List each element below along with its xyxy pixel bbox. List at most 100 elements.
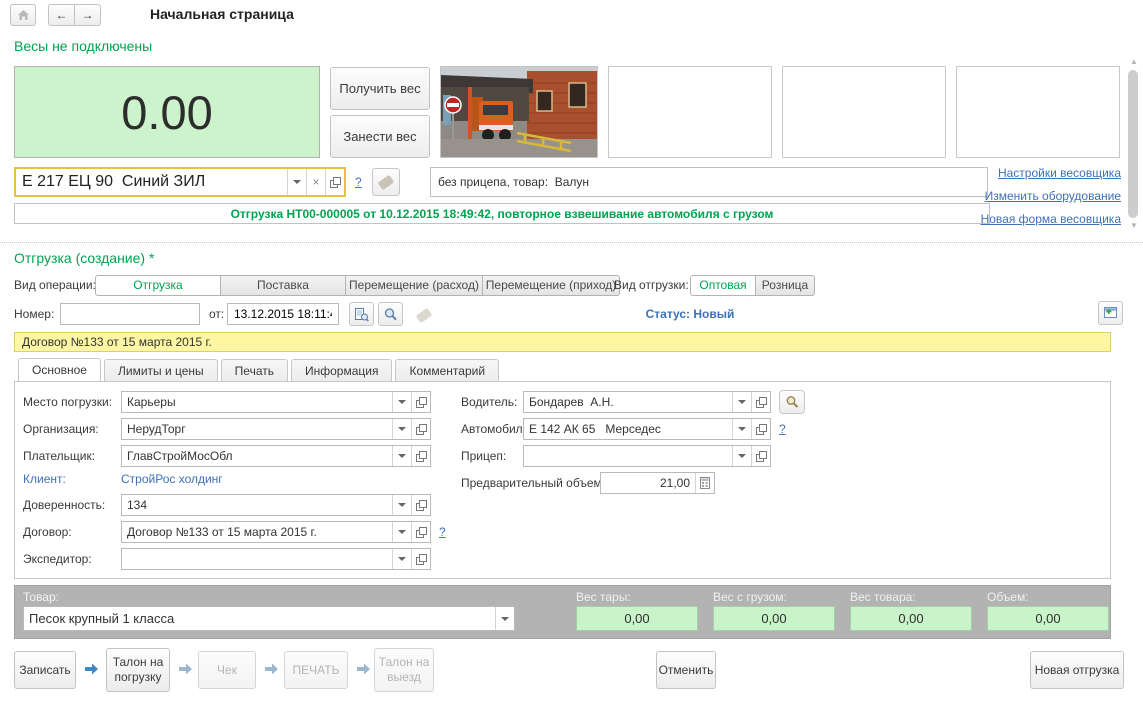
loading-place-input[interactable] — [122, 392, 392, 412]
chevron-down-icon — [738, 400, 746, 404]
scroll-up-icon[interactable]: ▲ — [1130, 58, 1138, 66]
camera-photo-placeholder[interactable] — [956, 66, 1120, 158]
change-equipment-link[interactable]: Изменить оборудование — [985, 189, 1121, 203]
operation-shipment-tab[interactable]: Отгрузка — [95, 275, 221, 296]
open-button[interactable] — [751, 419, 770, 439]
power-of-attorney-input[interactable] — [122, 495, 392, 515]
camera-photo-placeholder[interactable] — [782, 66, 946, 158]
calculator-button[interactable] — [695, 473, 714, 493]
step-arrow-icon — [265, 663, 278, 675]
dropdown-button[interactable] — [392, 495, 411, 515]
client-value-link[interactable]: СтройРос холдинг — [121, 472, 223, 486]
chevron-down-icon — [398, 454, 406, 458]
dropdown-button[interactable] — [392, 392, 411, 412]
camera-photo-placeholder[interactable] — [608, 66, 772, 158]
scales-status-text: Весы не подключены — [14, 38, 153, 54]
get-weight-button[interactable]: Получить вес — [330, 67, 430, 110]
tab-limits-prices[interactable]: Лимиты и цены — [103, 359, 218, 382]
related-documents-button[interactable] — [1098, 301, 1123, 325]
gross-weight-value: 0,00 — [713, 606, 835, 631]
camera-photo[interactable] — [440, 66, 598, 158]
step-arrow-icon — [357, 663, 370, 675]
dropdown-button[interactable] — [392, 522, 411, 542]
section-divider — [0, 242, 1143, 243]
dropdown-button[interactable] — [732, 419, 751, 439]
contract-help-link[interactable]: ? — [439, 525, 446, 539]
tare-weight-value: 0,00 — [576, 606, 698, 631]
vehicle-open-button[interactable] — [325, 169, 344, 195]
print-button[interactable]: ПЕЧАТЬ — [284, 651, 348, 689]
automobile-help-link[interactable]: ? — [779, 422, 786, 436]
open-button[interactable] — [411, 549, 430, 569]
open-button[interactable] — [411, 522, 430, 542]
open-button[interactable] — [751, 392, 770, 412]
contract-banner: Договор №133 от 15 марта 2015 г. — [14, 332, 1111, 352]
power-of-attorney-combo — [121, 494, 431, 516]
dropdown-button[interactable] — [495, 607, 514, 630]
open-button[interactable] — [411, 495, 430, 515]
cargo-note-input[interactable] — [430, 167, 988, 197]
organization-input[interactable] — [122, 419, 392, 439]
dropdown-button[interactable] — [732, 446, 751, 466]
operation-transfer-in-tab[interactable]: Перемещение (приход) — [482, 275, 620, 296]
contract-label: Договор: — [23, 525, 72, 539]
cancel-button[interactable]: Отменить — [656, 651, 716, 689]
weigher-settings-link[interactable]: Настройки весовщика — [998, 166, 1121, 180]
operation-supply-tab[interactable]: Поставка — [220, 275, 346, 296]
tab-information[interactable]: Информация — [290, 359, 393, 382]
automobile-input[interactable] — [524, 419, 732, 439]
document-browse-button[interactable] — [349, 302, 374, 326]
save-button[interactable]: Записать — [14, 651, 76, 689]
open-button[interactable] — [411, 419, 430, 439]
driver-search-button[interactable] — [779, 390, 805, 414]
preliminary-volume-label: Предварительный объем: — [461, 476, 606, 490]
forwarder-input[interactable] — [122, 549, 392, 569]
back-arrow-icon: ← — [55, 8, 68, 22]
preliminary-volume-input[interactable] — [601, 473, 695, 493]
trailer-input[interactable] — [524, 446, 732, 466]
put-weight-button[interactable]: Занести вес — [330, 115, 430, 158]
home-button[interactable] — [10, 4, 36, 26]
contract-input[interactable] — [122, 522, 392, 542]
dropdown-button[interactable] — [392, 446, 411, 466]
back-button[interactable]: ← — [48, 4, 75, 26]
preliminary-volume-field — [600, 472, 715, 494]
dropdown-button[interactable] — [392, 419, 411, 439]
tab-comment[interactable]: Комментарий — [395, 359, 500, 382]
vehicle-clear-button[interactable]: × — [306, 169, 325, 195]
dropdown-button[interactable] — [392, 549, 411, 569]
open-button[interactable] — [411, 446, 430, 466]
dropdown-button[interactable] — [732, 392, 751, 412]
date-input[interactable] — [227, 303, 339, 325]
exit-ticket-button[interactable]: Талон на выезд — [374, 648, 434, 692]
shipment-kind-retail-tab[interactable]: Розница — [755, 275, 815, 296]
loading-ticket-button[interactable]: Талон на погрузку — [106, 648, 170, 692]
scroll-down-icon[interactable]: ▼ — [1130, 222, 1138, 230]
operation-transfer-out-tab[interactable]: Перемещение (расход) — [345, 275, 483, 296]
new-weigher-form-link[interactable]: Новая форма весовщика — [981, 212, 1121, 226]
client-label[interactable]: Клиент: — [23, 472, 66, 486]
receipt-button[interactable]: Чек — [198, 651, 256, 689]
related-documents-icon — [1104, 307, 1117, 318]
vertical-scrollbar[interactable] — [1128, 70, 1138, 218]
new-shipment-button[interactable]: Новая отгрузка — [1030, 651, 1124, 689]
open-button[interactable] — [411, 392, 430, 412]
product-input[interactable] — [24, 607, 495, 630]
payer-input[interactable] — [122, 446, 392, 466]
forwarder-label: Экспедитор: — [23, 552, 92, 566]
search-button[interactable] — [378, 302, 403, 326]
vehicle-help-link[interactable]: ? — [355, 175, 362, 189]
chevron-down-icon — [293, 180, 301, 184]
tab-print[interactable]: Печать — [220, 359, 288, 382]
magnifier-icon — [786, 396, 799, 408]
open-button[interactable] — [751, 446, 770, 466]
forward-arrow-icon: → — [81, 8, 94, 22]
tab-main[interactable]: Основное — [18, 358, 101, 382]
driver-input[interactable] — [524, 392, 732, 412]
vehicle-tag-button[interactable] — [372, 168, 400, 196]
vehicle-dropdown-button[interactable] — [287, 169, 306, 195]
shipment-kind-wholesale-tab[interactable]: Оптовая — [690, 275, 756, 296]
number-input[interactable] — [60, 303, 200, 325]
forward-button[interactable]: → — [74, 4, 101, 26]
vehicle-input[interactable] — [16, 169, 287, 195]
